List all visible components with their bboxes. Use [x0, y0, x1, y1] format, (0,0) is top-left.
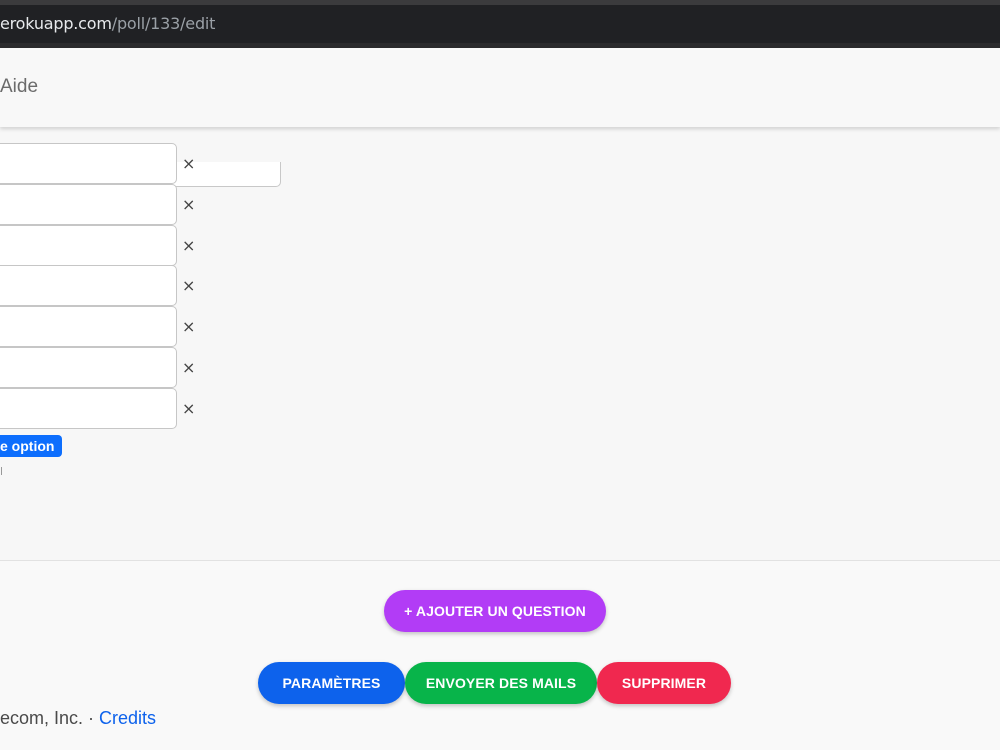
remove-option-icon[interactable]: ×	[182, 197, 195, 213]
remove-option-icon[interactable]: ×	[182, 401, 195, 417]
option-input[interactable]	[0, 225, 177, 266]
url-domain: erokuapp.com	[0, 14, 112, 33]
remove-option-icon[interactable]: ×	[182, 238, 195, 254]
settings-button[interactable]: PARAMÈTRES	[258, 662, 405, 704]
add-option-button[interactable]: e option	[0, 435, 63, 457]
delete-button[interactable]: SUPPRIMER	[597, 662, 731, 704]
partial-checkbox[interactable]	[0, 467, 2, 475]
browser-address-bar[interactable]: erokuapp.com/poll/133/edit	[0, 5, 1000, 43]
credits-link[interactable]: Credits	[99, 708, 156, 728]
top-navbar: Aide	[0, 48, 1000, 127]
option-input[interactable]	[0, 347, 177, 388]
remove-option-icon[interactable]: ×	[182, 156, 195, 172]
footer-company: ecom, Inc. ·	[0, 708, 100, 728]
option-input[interactable]	[0, 388, 177, 429]
option-input[interactable]	[0, 265, 177, 306]
option-input[interactable]	[0, 143, 177, 184]
add-question-button[interactable]: + AJOUTER UN QUESTION	[384, 590, 606, 632]
option-input[interactable]	[0, 306, 177, 347]
remove-option-icon[interactable]: ×	[182, 360, 195, 376]
remove-option-icon[interactable]: ×	[182, 319, 195, 335]
url-text[interactable]: erokuapp.com/poll/133/edit	[0, 14, 215, 33]
nav-help-link[interactable]: Aide	[0, 76, 38, 98]
send-mails-button[interactable]: ENVOYER DES MAILS	[405, 662, 597, 704]
url-path: /poll/133/edit	[111, 14, 216, 33]
footer: ecom, Inc. · Credits	[0, 708, 156, 729]
remove-option-icon[interactable]: ×	[182, 278, 195, 294]
option-input[interactable]	[0, 184, 177, 225]
